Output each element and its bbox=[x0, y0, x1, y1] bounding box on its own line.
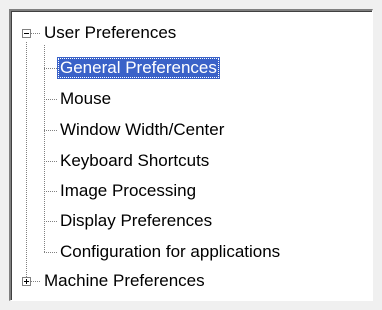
minus-bar bbox=[24, 33, 29, 34]
tree-node-label: Mouse bbox=[60, 89, 112, 108]
tree-node-label: Image Processing bbox=[60, 181, 197, 200]
tree-node-label: Display Preferences bbox=[60, 211, 213, 230]
tree-node-display-preferences[interactable]: Display Preferences bbox=[57, 210, 215, 232]
preferences-tree[interactable]: User Preferences General Preferences Mou… bbox=[9, 9, 373, 301]
tree-node-configuration-for-applications[interactable]: Configuration for applications bbox=[57, 241, 283, 263]
tree-node-mouse[interactable]: Mouse bbox=[57, 88, 114, 110]
preferences-panel: User Preferences General Preferences Mou… bbox=[0, 0, 382, 310]
tree-node-label: Keyboard Shortcuts bbox=[60, 151, 210, 170]
tree-node-label: Configuration for applications bbox=[60, 242, 281, 261]
plus-bar-vertical bbox=[26, 279, 27, 284]
tree-node-label: User Preferences bbox=[44, 23, 177, 42]
tree-node-label: Window Width/Center bbox=[60, 120, 225, 139]
tree-node-window-width-center[interactable]: Window Width/Center bbox=[57, 119, 227, 141]
expand-machine-preferences-icon[interactable] bbox=[22, 277, 31, 286]
tree-node-label: Machine Preferences bbox=[44, 271, 205, 290]
tree-node-machine-preferences[interactable]: Machine Preferences bbox=[41, 270, 208, 292]
tree-node-image-processing[interactable]: Image Processing bbox=[57, 180, 199, 202]
tree-node-keyboard-shortcuts[interactable]: Keyboard Shortcuts bbox=[57, 150, 212, 172]
tree-node-user-preferences[interactable]: User Preferences bbox=[41, 22, 179, 44]
collapse-user-preferences-icon[interactable] bbox=[22, 29, 31, 38]
tree-node-label-selected: General Preferences bbox=[57, 57, 220, 79]
tree-node-general-preferences[interactable]: General Preferences bbox=[57, 57, 220, 79]
